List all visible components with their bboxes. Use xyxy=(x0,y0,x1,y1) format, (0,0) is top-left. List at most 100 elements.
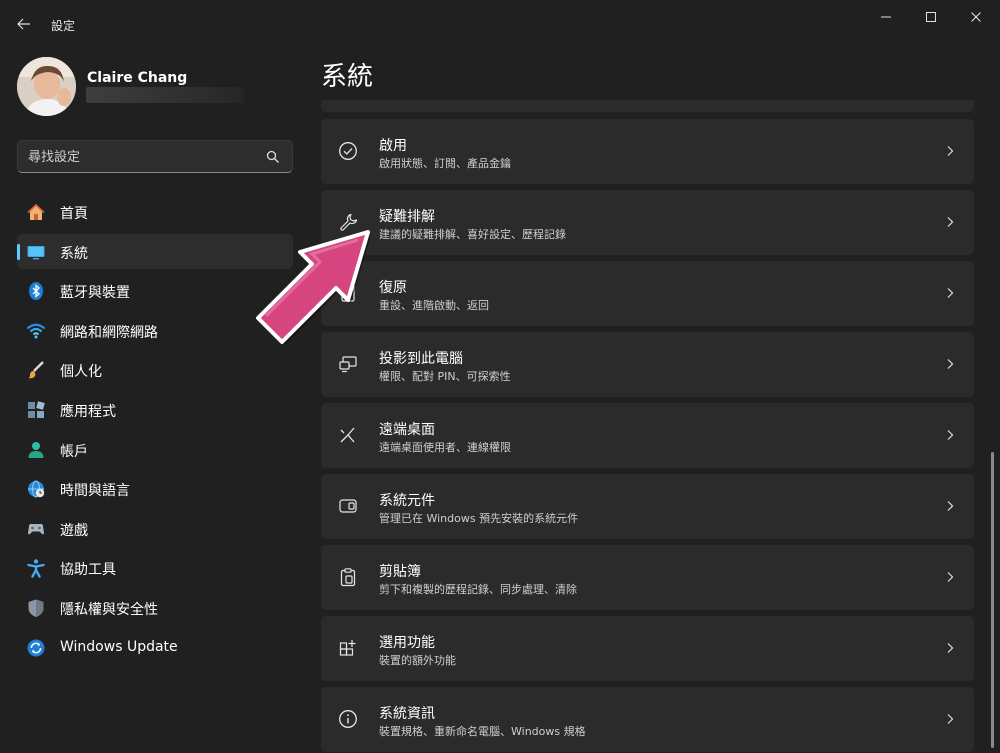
sidebar-item-label: 協助工具 xyxy=(60,562,116,579)
chevron-right-icon xyxy=(947,714,954,724)
profile-name: Claire Chang xyxy=(87,70,188,86)
chevron-right-icon xyxy=(947,359,954,369)
profile-email-redacted xyxy=(86,87,244,103)
update-icon xyxy=(26,638,46,658)
card-title: 復原 xyxy=(379,280,407,296)
search-box[interactable] xyxy=(17,140,293,173)
check-circle-icon xyxy=(338,141,358,161)
sidebar-item-label: 帳戶 xyxy=(60,443,88,460)
sidebar-item-time-language[interactable]: 時間與語言 xyxy=(17,471,293,506)
card-project-to-pc[interactable]: 投影到此電腦 權限、配對 PIN、可探索性 xyxy=(321,332,974,397)
card-system-components[interactable]: 系統元件 管理已在 Windows 預先安裝的系統元件 xyxy=(321,474,974,539)
sidebar-item-network[interactable]: 網路和網際網路 xyxy=(17,313,293,348)
sidebar-item-privacy[interactable]: 隱私權與安全性 xyxy=(17,590,293,625)
card-about[interactable]: 系統資訊 裝置規格、重新命名電腦、Windows 規格 xyxy=(321,687,974,752)
maximize-button[interactable] xyxy=(909,6,953,28)
card-title: 啟用 xyxy=(379,138,407,154)
sidebar-item-accounts[interactable]: 帳戶 xyxy=(17,432,293,467)
sidebar-item-apps[interactable]: 應用程式 xyxy=(17,392,293,427)
wrench-icon xyxy=(338,212,358,232)
sidebar-nav: 首頁 系統 藍牙與裝置 網路和網際網路 個人化 應用程式 帳戶 時間與語言 遊戲… xyxy=(17,194,293,669)
card-activation[interactable]: 啟用 啟用狀態、訂閱、產品金鑰 xyxy=(321,119,974,184)
sidebar-item-home[interactable]: 首頁 xyxy=(17,194,293,229)
minimize-icon xyxy=(881,16,891,18)
card-description: 裝置的額外功能 xyxy=(379,654,456,667)
search-input[interactable] xyxy=(28,147,248,167)
accessibility-icon xyxy=(26,558,46,579)
chevron-right-icon xyxy=(947,217,954,227)
card-description: 啟用狀態、訂閱、產品金鑰 xyxy=(379,157,511,170)
card-title: 系統元件 xyxy=(379,493,435,509)
clipboard-icon xyxy=(338,567,358,587)
chevron-right-icon xyxy=(947,288,954,298)
components-icon xyxy=(338,496,358,516)
project-icon xyxy=(338,354,358,374)
chevron-right-icon xyxy=(947,643,954,653)
globe-clock-icon xyxy=(26,479,46,499)
settings-list: 啟用 啟用狀態、訂閱、產品金鑰 疑難排解 建議的疑難排解、喜好設定、歷程記錄 復… xyxy=(321,100,974,753)
shield-icon xyxy=(26,598,46,618)
title-bar: 設定 xyxy=(0,0,1000,48)
card-description: 剪下和複製的歷程記錄、同步處理、清除 xyxy=(379,583,577,596)
monitor-icon xyxy=(26,242,46,262)
chevron-right-icon xyxy=(947,430,954,440)
card-description: 遠端桌面使用者、連線權限 xyxy=(379,441,511,454)
chevron-right-icon xyxy=(947,501,954,511)
sidebar-item-label: 首頁 xyxy=(60,206,88,222)
back-button[interactable] xyxy=(10,12,38,36)
card-description: 重設、進階啟動、返回 xyxy=(379,299,489,312)
card-title: 疑難排解 xyxy=(379,209,435,225)
sidebar-item-label: 時間與語言 xyxy=(60,483,130,500)
sidebar-item-label: 系統 xyxy=(60,245,88,262)
sidebar-item-label: 藍牙與裝置 xyxy=(60,285,130,302)
sidebar-item-system[interactable]: 系統 xyxy=(17,233,293,269)
card-description: 建議的疑難排解、喜好設定、歷程記錄 xyxy=(379,228,566,241)
card-recovery[interactable]: 復原 重設、進階啟動、返回 xyxy=(321,261,974,326)
card-remote-desktop[interactable]: 遠端桌面 遠端桌面使用者、連線權限 xyxy=(321,403,974,468)
gamepad-icon xyxy=(26,519,46,539)
bluetooth-icon xyxy=(26,281,46,301)
brush-icon xyxy=(26,360,46,380)
page-title: 系統 xyxy=(321,62,374,92)
sidebar-item-label: 遊戲 xyxy=(60,522,88,539)
vertical-scrollbar[interactable] xyxy=(991,452,994,748)
card-optional-features[interactable]: 選用功能 裝置的額外功能 xyxy=(321,616,974,681)
maximize-icon xyxy=(926,12,936,22)
chevron-right-icon xyxy=(947,146,954,156)
info-icon xyxy=(338,709,358,729)
search-icon[interactable] xyxy=(266,150,280,164)
avatar-photo xyxy=(17,57,76,116)
sidebar-item-label: Windows Update xyxy=(60,638,178,655)
apps-icon xyxy=(26,400,46,420)
wifi-icon xyxy=(26,321,46,341)
close-button[interactable] xyxy=(954,6,998,28)
home-icon xyxy=(26,202,46,222)
sidebar-item-label: 個人化 xyxy=(60,364,102,381)
card-description: 管理已在 Windows 預先安裝的系統元件 xyxy=(379,512,579,525)
previous-card-edge[interactable] xyxy=(321,100,974,112)
card-title: 系統資訊 xyxy=(379,706,435,722)
recovery-icon xyxy=(338,283,358,303)
card-title: 剪貼簿 xyxy=(379,564,421,580)
sidebar-item-accessibility[interactable]: 協助工具 xyxy=(17,550,293,585)
sidebar-item-gaming[interactable]: 遊戲 xyxy=(17,511,293,546)
card-description: 權限、配對 PIN、可探索性 xyxy=(379,370,511,383)
chevron-right-icon xyxy=(947,572,954,582)
card-title: 遠端桌面 xyxy=(379,422,435,438)
minimize-button[interactable] xyxy=(864,6,908,28)
remote-desktop-icon xyxy=(338,425,358,445)
card-title: 投影到此電腦 xyxy=(379,351,463,367)
sidebar-item-windows-update[interactable]: Windows Update xyxy=(17,630,293,665)
sidebar-item-label: 應用程式 xyxy=(60,403,116,420)
person-icon xyxy=(26,440,46,460)
card-clipboard[interactable]: 剪貼簿 剪下和複製的歷程記錄、同步處理、清除 xyxy=(321,545,974,610)
close-icon xyxy=(971,12,981,22)
card-title: 選用功能 xyxy=(379,635,435,651)
sidebar-item-bluetooth[interactable]: 藍牙與裝置 xyxy=(17,273,293,308)
sidebar-item-label: 網路和網際網路 xyxy=(60,324,158,341)
app-title: 設定 xyxy=(51,19,76,33)
sidebar-item-personalization[interactable]: 個人化 xyxy=(17,352,293,387)
avatar[interactable] xyxy=(17,57,76,116)
card-troubleshoot[interactable]: 疑難排解 建議的疑難排解、喜好設定、歷程記錄 xyxy=(321,190,974,255)
back-arrow-icon xyxy=(17,18,30,30)
